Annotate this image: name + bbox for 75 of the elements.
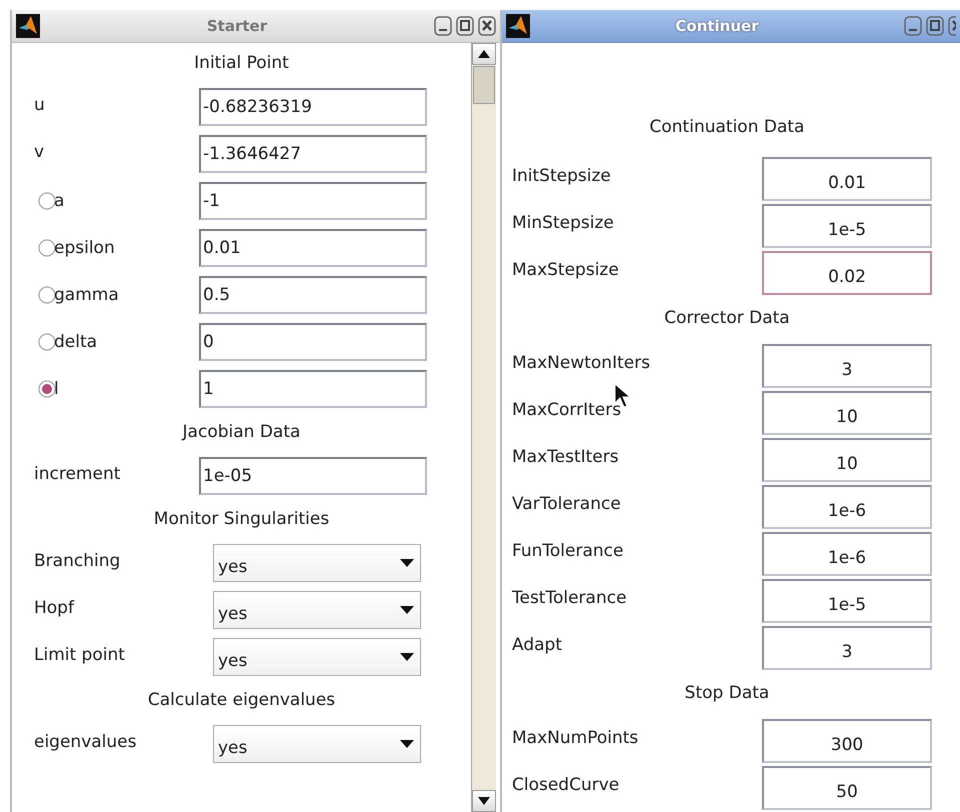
value-field[interactable]: 0.02 — [762, 251, 932, 295]
scrollbar[interactable] — [471, 43, 496, 812]
field-label: eigenvalues — [34, 732, 136, 752]
caret-icon — [400, 738, 414, 748]
field-label: u — [34, 95, 45, 115]
value-field[interactable]: -0.68236319 — [199, 88, 427, 126]
value-field[interactable]: 50 — [762, 766, 932, 810]
field-label: v — [34, 142, 44, 162]
field-label: Adapt — [512, 635, 562, 655]
window-title: Continuer — [674, 17, 760, 35]
field-label: InitStepsize — [512, 166, 611, 186]
field-label: ClosedCurve — [512, 775, 620, 795]
app-icon — [16, 14, 40, 38]
parameter-label: delta — [54, 332, 98, 352]
dropdown[interactable]: yes — [213, 544, 421, 582]
value-field[interactable]: 1 — [199, 370, 427, 408]
caret-icon — [400, 652, 414, 662]
field-label: MaxNewtonIters — [512, 353, 650, 373]
value-field[interactable]: 1e-6 — [762, 532, 932, 576]
section-heading: Monitor Singularities — [154, 509, 330, 529]
field-label: VarTolerance — [512, 494, 621, 514]
value-field[interactable]: 0 — [199, 322, 427, 360]
radio-button[interactable] — [38, 286, 56, 304]
field-label: MinStepsize — [512, 213, 614, 233]
close-icon[interactable] — [948, 16, 956, 36]
section-heading: Stop Data — [684, 683, 770, 703]
field-label: TestTolerance — [512, 588, 627, 608]
radio-button[interactable] — [38, 332, 56, 350]
radio-button[interactable] — [38, 192, 56, 210]
value-field[interactable]: 0.01 — [762, 157, 932, 201]
section-heading: Corrector Data — [664, 308, 790, 328]
value-field[interactable]: 300 — [762, 719, 932, 763]
section-heading: Jacobian Data — [182, 422, 300, 442]
value-field[interactable]: 1e-5 — [762, 204, 932, 248]
parameter-label: epsilon — [54, 238, 115, 258]
caret-icon — [400, 604, 414, 614]
field-label: Branching — [34, 551, 120, 571]
value-field[interactable]: -1.3646427 — [199, 134, 427, 172]
field-label: MaxTestIters — [512, 447, 619, 467]
value-field[interactable]: 1e-5 — [762, 579, 932, 623]
value-field[interactable]: 3 — [762, 626, 932, 670]
field-label: MaxNumPoints — [512, 728, 638, 748]
section-heading: Calculate eigenvalues — [148, 690, 336, 710]
scroll-down-icon[interactable] — [478, 797, 490, 805]
section-heading: Continuation Data — [650, 116, 804, 136]
field-label: Hopf — [34, 598, 74, 618]
dropdown[interactable]: yes — [213, 724, 421, 762]
minimize-icon[interactable] — [904, 16, 922, 36]
caret-icon — [400, 558, 414, 568]
value-field[interactable]: 0.5 — [199, 276, 427, 314]
maximize-icon[interactable] — [926, 16, 944, 36]
parameter-label: gamma — [54, 284, 119, 304]
field-label: increment — [34, 464, 120, 484]
section-heading: Initial Point — [194, 53, 289, 73]
field-label: MaxStepsize — [512, 260, 619, 280]
value-field[interactable]: 0.01 — [199, 228, 427, 266]
app-icon — [506, 14, 530, 38]
scroll-thumb[interactable] — [473, 66, 495, 104]
value-field[interactable]: 1e-6 — [762, 485, 932, 529]
value-field[interactable]: 10 — [762, 391, 932, 435]
window-title: Starter — [206, 17, 268, 35]
radio-button[interactable] — [38, 380, 56, 398]
radio-button[interactable] — [38, 238, 56, 256]
value-field[interactable]: -1 — [199, 182, 427, 220]
field-label: FunTolerance — [512, 541, 624, 561]
field-label: Limit point — [34, 645, 125, 665]
dropdown[interactable]: yes — [213, 590, 421, 628]
value-field[interactable]: 3 — [762, 344, 932, 388]
field-label: MaxCorrIters — [512, 400, 622, 420]
value-field[interactable]: 10 — [762, 438, 932, 482]
scroll-up-icon[interactable] — [478, 50, 490, 58]
value-field[interactable]: 1e-05 — [199, 456, 427, 494]
parameter-label: l — [54, 378, 59, 398]
dropdown[interactable]: yes — [213, 638, 421, 676]
parameter-label: a — [54, 190, 64, 210]
